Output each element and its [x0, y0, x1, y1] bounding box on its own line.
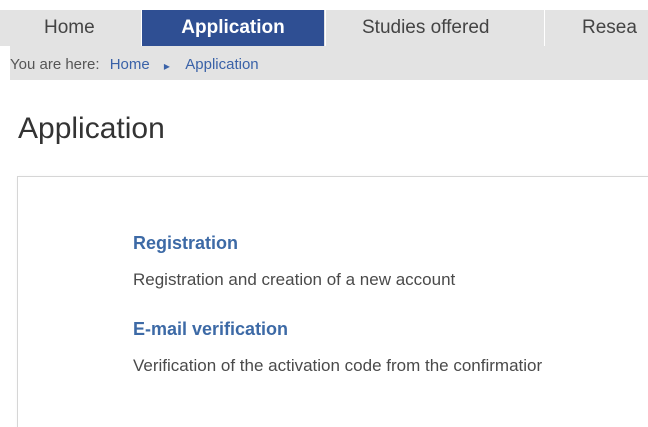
email-verification-link[interactable]: E-mail verification: [133, 319, 288, 340]
breadcrumb: You are here: Home ▸ Application: [10, 46, 648, 80]
nav-item-studies-offered[interactable]: Studies offered: [362, 10, 489, 46]
content-panel: [17, 176, 648, 427]
top-navigation: Home Application Studies offered Resea: [0, 10, 648, 46]
page-title: Application: [18, 112, 165, 145]
nav-divider: [544, 10, 545, 46]
nav-divider: [325, 10, 326, 46]
email-verification-description: Verification of the activation code from…: [133, 356, 543, 375]
breadcrumb-link-application[interactable]: Application: [185, 56, 258, 73]
nav-item-research[interactable]: Resea: [582, 10, 637, 46]
registration-description: Registration and creation of a new accou…: [133, 270, 456, 289]
breadcrumb-link-home[interactable]: Home: [110, 56, 150, 73]
breadcrumb-prefix: You are here:: [10, 56, 100, 73]
nav-item-application[interactable]: Application: [142, 10, 324, 46]
page: Home Application Studies offered Resea Y…: [0, 0, 648, 427]
registration-link[interactable]: Registration: [133, 233, 238, 254]
nav-item-home[interactable]: Home: [44, 10, 95, 46]
chevron-right-icon: ▸: [163, 59, 170, 73]
